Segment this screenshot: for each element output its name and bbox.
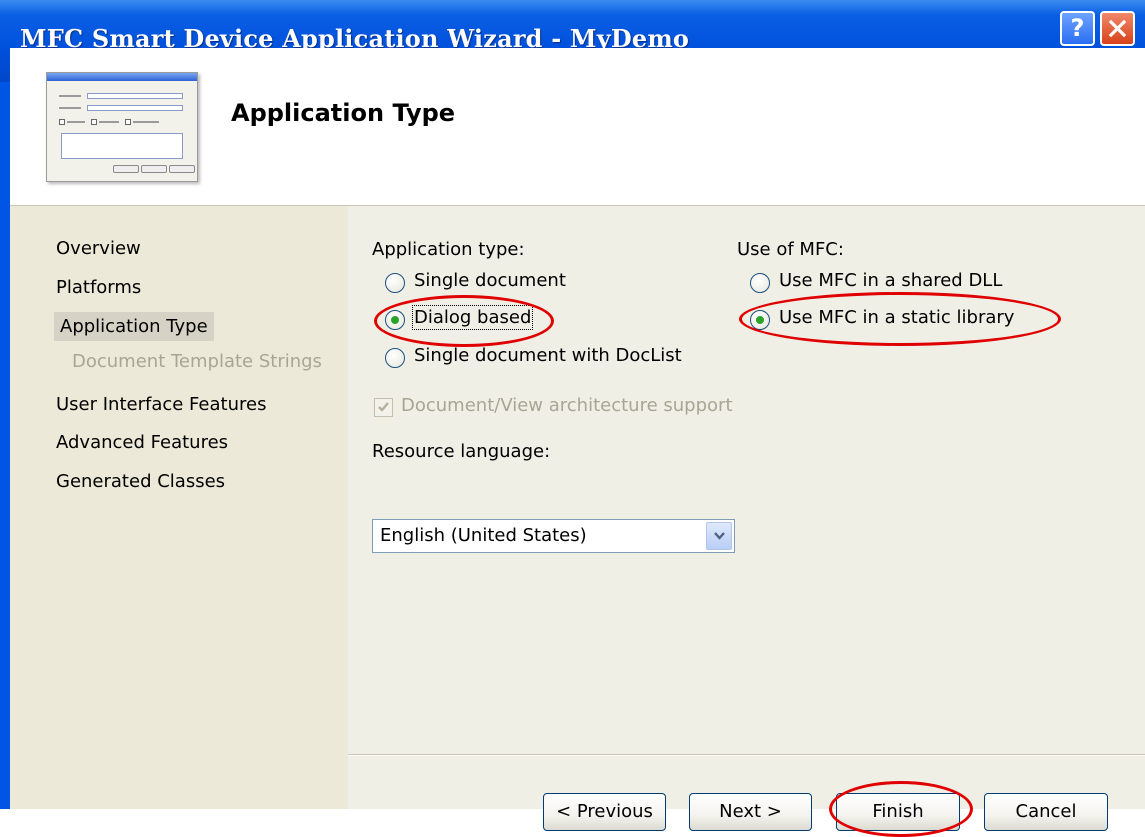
options-panel bbox=[348, 206, 1145, 809]
docview-checkbox bbox=[374, 398, 393, 417]
radio-mfc-shared-dll-label[interactable]: Use MFC in a shared DLL bbox=[779, 270, 1002, 291]
radio-dialog-based[interactable] bbox=[385, 310, 405, 330]
wizard-nav: Overview Platforms Application Type Docu… bbox=[10, 206, 348, 809]
help-button[interactable]: ? bbox=[1060, 11, 1095, 46]
nav-item-document-template-strings: Document Template Strings bbox=[72, 351, 322, 372]
nav-item-generated-classes[interactable]: Generated Classes bbox=[56, 471, 225, 492]
wizard-header: Application Type bbox=[10, 48, 1145, 206]
resource-language-value: English (United States) bbox=[380, 525, 587, 546]
radio-mfc-static-library-label[interactable]: Use MFC in a static library bbox=[779, 307, 1014, 328]
nav-item-application-type[interactable]: Application Type bbox=[54, 312, 214, 341]
help-icon: ? bbox=[1070, 14, 1085, 42]
wizard-window: MFC Smart Device Application Wizard - My… bbox=[0, 0, 1145, 837]
resource-language-select[interactable]: English (United States) bbox=[372, 519, 735, 553]
close-icon bbox=[1108, 19, 1127, 38]
resource-language-label: Resource language: bbox=[372, 441, 551, 462]
next-button[interactable]: Next > bbox=[689, 793, 812, 831]
nav-item-overview[interactable]: Overview bbox=[56, 238, 141, 259]
button-divider bbox=[348, 754, 1145, 756]
radio-single-document[interactable] bbox=[385, 273, 405, 293]
nav-item-platforms[interactable]: Platforms bbox=[56, 277, 141, 298]
nav-item-advanced-features[interactable]: Advanced Features bbox=[56, 432, 228, 453]
radio-single-document-doclist[interactable] bbox=[385, 348, 405, 368]
radio-single-document-label[interactable]: Single document bbox=[414, 270, 566, 291]
finish-button[interactable]: Finish bbox=[836, 793, 960, 831]
dropdown-button[interactable] bbox=[706, 522, 732, 550]
previous-button[interactable]: < Previous bbox=[543, 793, 666, 831]
radio-mfc-static-library[interactable] bbox=[750, 310, 770, 330]
dialog-body: Application Type Overview Platforms Appl… bbox=[10, 48, 1145, 837]
cancel-button[interactable]: Cancel bbox=[984, 793, 1108, 831]
chevron-down-icon bbox=[714, 532, 725, 540]
close-button[interactable] bbox=[1100, 11, 1135, 46]
docview-checkbox-label: Document/View architecture support bbox=[401, 395, 733, 416]
radio-mfc-shared-dll[interactable] bbox=[750, 273, 770, 293]
application-type-heading: Application type: bbox=[372, 239, 525, 260]
page-title: Application Type bbox=[231, 99, 456, 127]
radio-dialog-based-label[interactable]: Dialog based bbox=[411, 305, 534, 330]
dialog-preview-icon bbox=[46, 72, 198, 182]
nav-item-user-interface-features[interactable]: User Interface Features bbox=[56, 394, 266, 415]
radio-single-document-doclist-label[interactable]: Single document with DocList bbox=[414, 345, 682, 366]
use-of-mfc-heading: Use of MFC: bbox=[737, 239, 844, 260]
checkmark-icon bbox=[378, 402, 389, 412]
